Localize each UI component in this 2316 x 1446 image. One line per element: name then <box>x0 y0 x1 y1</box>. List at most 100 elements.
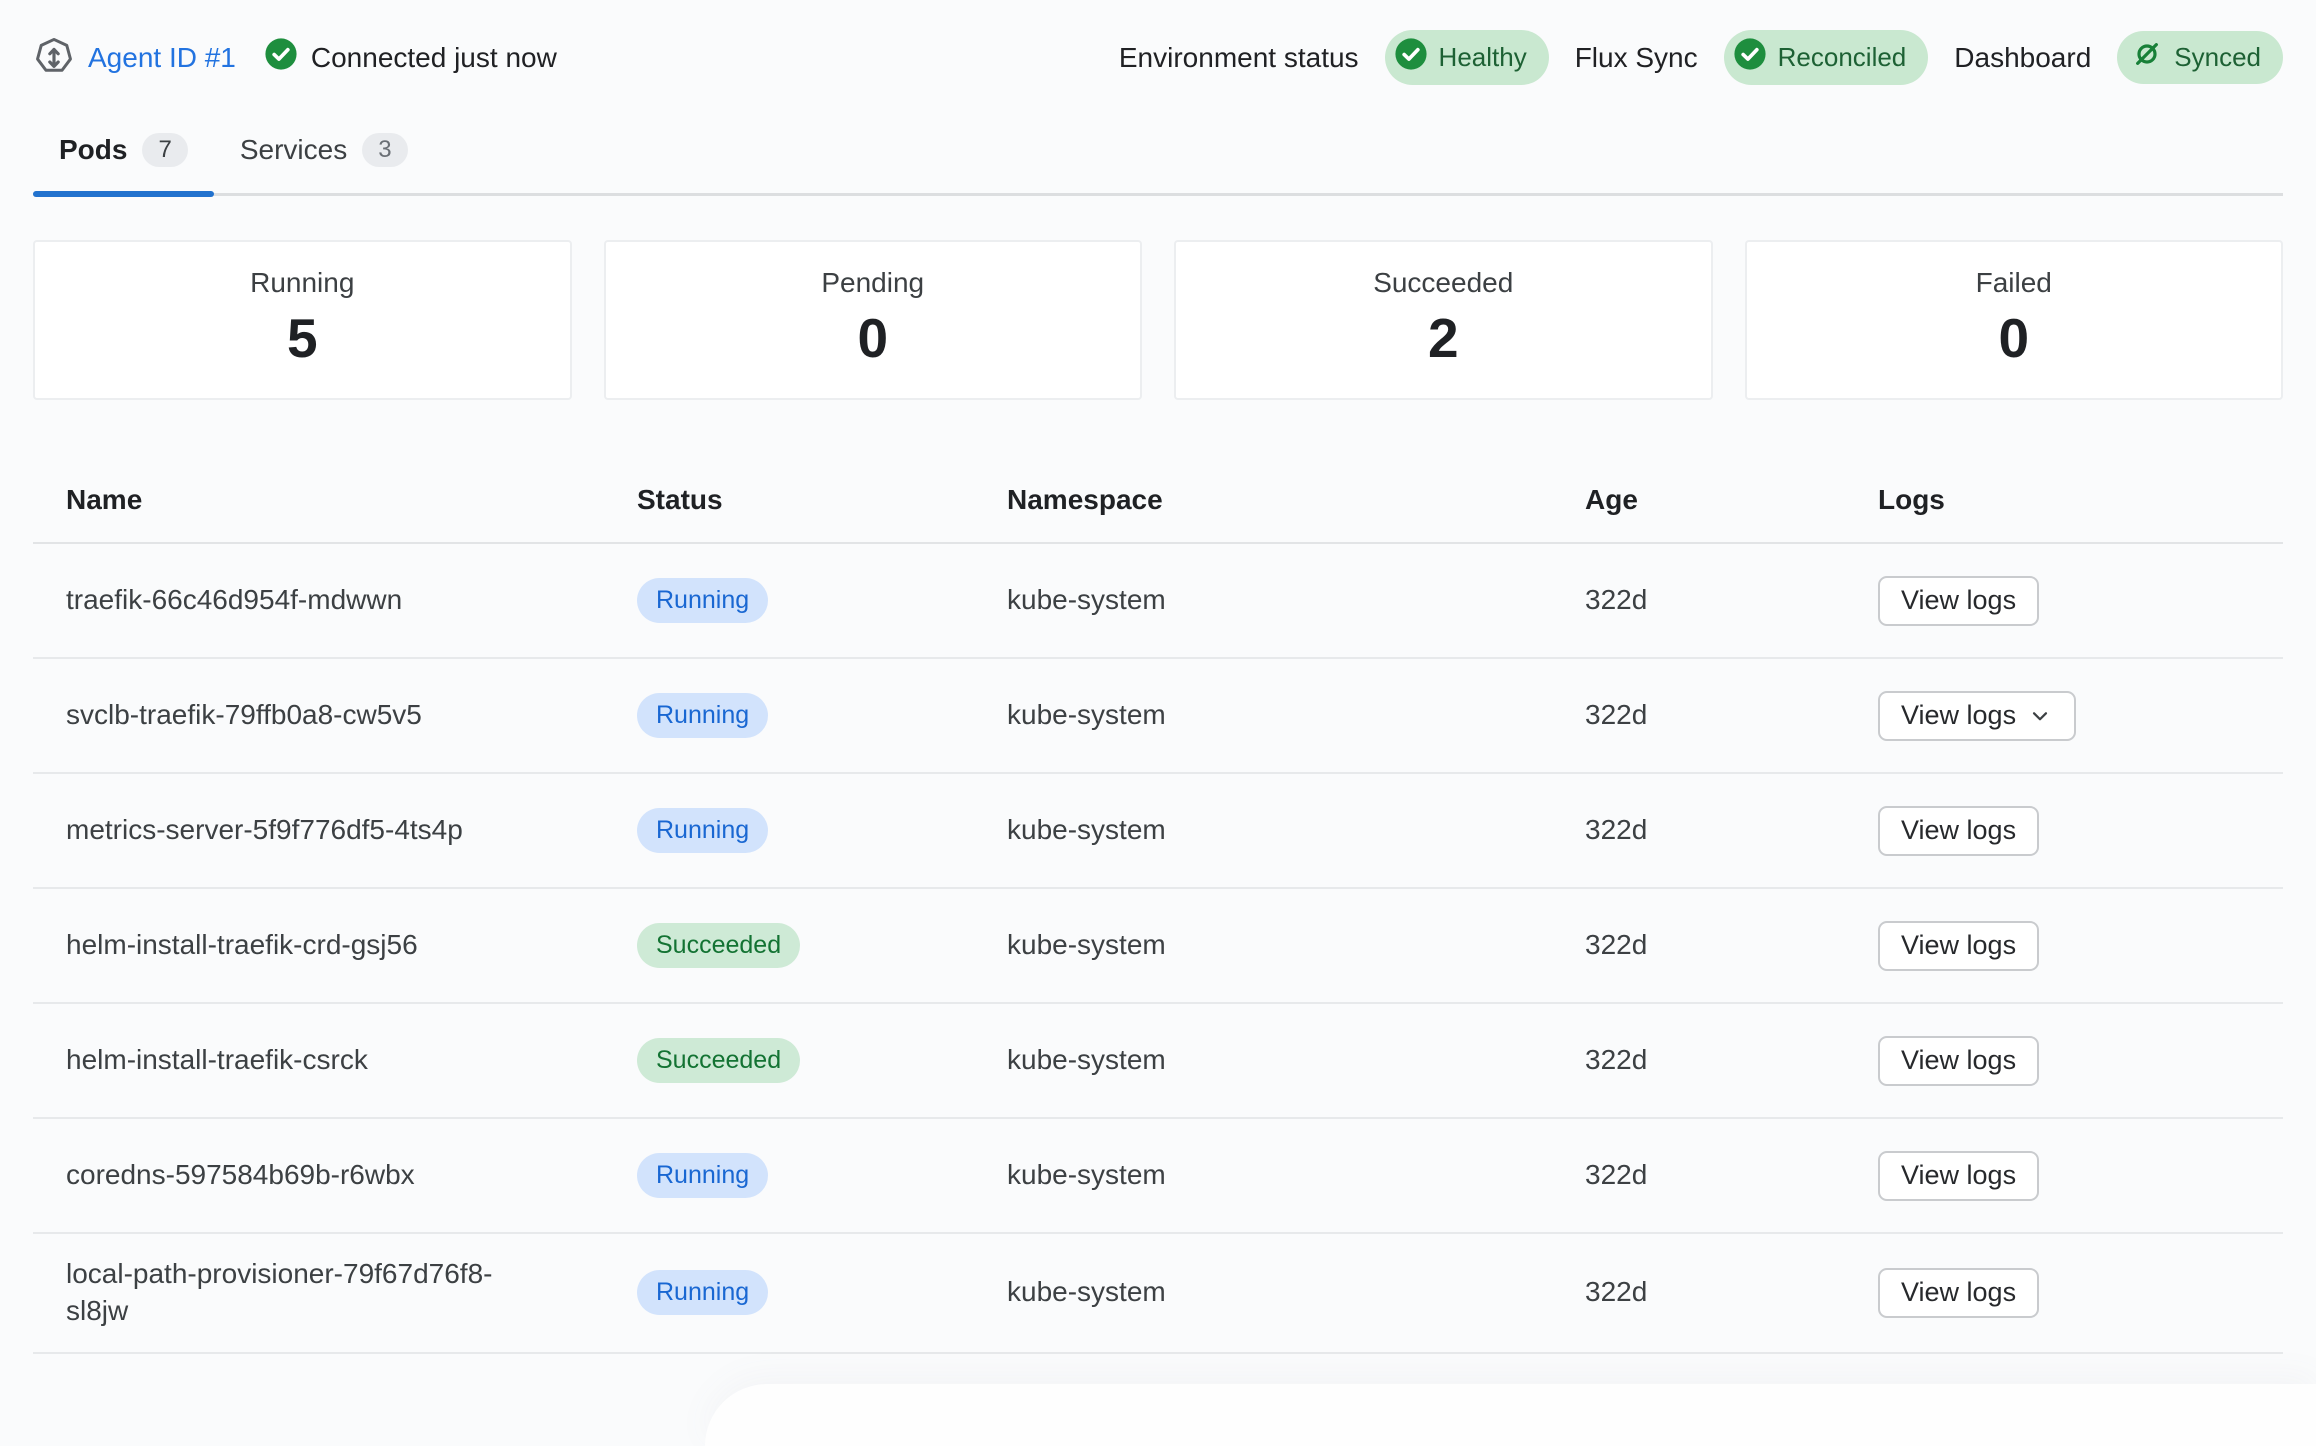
table-row: helm-install-traefik-crd-gsj56 Succeeded k… <box>33 889 2283 1004</box>
view-logs-label: View logs <box>1901 700 2016 731</box>
dashboard-label: Dashboard <box>1954 42 2091 74</box>
card-label: Succeeded <box>1176 267 1711 299</box>
column-header-status: Status <box>604 482 974 519</box>
logs-cell: View logs <box>1845 691 2283 741</box>
pod-namespace: kube-system <box>974 697 1552 734</box>
status-cell: Running <box>604 578 974 623</box>
pod-namespace: kube-system <box>974 812 1552 849</box>
column-header-namespace: Namespace <box>974 482 1552 519</box>
table-row: coredns-597584b69b-r6wbxRunningkube-syst… <box>33 1119 2283 1234</box>
view-logs-button[interactable]: View logs <box>1878 1268 2039 1318</box>
agent-id-link[interactable]: Agent ID #1 <box>33 37 236 79</box>
environment-status-label: Environment status <box>1119 42 1359 74</box>
pod-age: 322d <box>1552 927 1845 964</box>
card-label: Failed <box>1747 267 2282 299</box>
tab-pods[interactable]: Pods7 <box>33 119 214 193</box>
logs-cell: View logs <box>1845 1151 2283 1201</box>
summary-card-succeeded: Succeeded 2 <box>1174 240 1713 400</box>
pod-summary-cards: Running5 Pending 0 Succeeded 2 Failed 0 <box>33 240 2283 400</box>
pod-age: 322d <box>1552 1042 1845 1079</box>
agent-summary: Agent ID #1 Connected just now <box>33 37 557 79</box>
tab-count-badge: 3 <box>362 133 407 167</box>
status-cell: Running <box>604 1153 974 1198</box>
status-badge: Running <box>637 1153 768 1198</box>
sync-circle-slash-icon <box>2131 38 2163 77</box>
flux-sync-label: Flux Sync <box>1575 42 1698 74</box>
card-value: 0 <box>1747 306 2282 370</box>
tab-label: Services <box>240 134 347 166</box>
flux-sync-value: Reconciled <box>1778 42 1907 73</box>
flux-sync-badge: Reconciled <box>1724 30 1929 85</box>
check-circle-icon <box>1733 37 1767 78</box>
status-cell: Running <box>604 808 974 853</box>
tab-services[interactable]: Services 3 <box>214 119 434 193</box>
tab-label: Pods <box>59 134 127 166</box>
table-row: helm-install-traefik-csrck Succeeded kube-… <box>33 1004 2283 1119</box>
pod-namespace: kube-system <box>974 1042 1552 1079</box>
pod-namespace: kube-system <box>974 582 1552 619</box>
view-logs-button[interactable]: View logs <box>1878 576 2039 626</box>
pod-namespace: kube-system <box>974 927 1552 964</box>
pod-age: 322d <box>1552 697 1845 734</box>
status-cell: Succeeded <box>604 923 974 968</box>
check-circle-icon <box>264 37 298 78</box>
logs-cell: View logs <box>1845 1036 2283 1086</box>
status-cell: Succeeded <box>604 1038 974 1083</box>
environment-status-badge: Healthy <box>1385 30 1549 85</box>
pod-namespace: kube-system <box>974 1274 1552 1311</box>
summary-card-failed: Failed 0 <box>1745 240 2284 400</box>
table-row: traefik-66c46d954f-mdwwn Running kube-syst… <box>33 544 2283 659</box>
view-logs-label: View logs <box>1901 585 2016 616</box>
pod-age: 322d <box>1552 1274 1845 1311</box>
view-logs-button[interactable]: View logs <box>1878 1151 2039 1201</box>
status-cell: Running <box>604 1270 974 1315</box>
logs-cell: View logs <box>1845 576 2283 626</box>
top-bar: Agent ID #1 Connected just now Environme… <box>0 0 2316 85</box>
pod-age: 322d <box>1552 1157 1845 1194</box>
summary-card-pending: Pending 0 <box>604 240 1143 400</box>
pod-name: local-path-provisioner-79f67d76f8-sl8jw <box>33 1256 553 1330</box>
kubernetes-agent-dashboard: Agent ID #1 Connected just now Environme… <box>0 0 2316 1446</box>
chevron-down-icon <box>2027 703 2053 729</box>
status-badge: Running <box>637 808 768 853</box>
table-header: NameStatusNamespaceAgeLogs <box>33 458 2283 544</box>
pod-name: helm-install-traefik-crd-gsj56 <box>33 927 553 964</box>
view-logs-button[interactable]: View logs <box>1878 1036 2039 1086</box>
check-circle-icon <box>1394 37 1428 78</box>
view-logs-label: View logs <box>1901 1277 2016 1308</box>
view-logs-label: View logs <box>1901 930 2016 961</box>
agent-id-label: Agent ID #1 <box>88 42 236 74</box>
card-label: Running <box>35 267 570 299</box>
dashboard-sync-badge: Synced <box>2117 31 2283 84</box>
card-label: Pending <box>606 267 1141 299</box>
status-badge: Succeeded <box>637 1038 800 1083</box>
tabs: Pods7 Services 3 <box>33 119 2283 196</box>
summary-card-running: Running5 <box>33 240 572 400</box>
view-logs-label: View logs <box>1901 815 2016 846</box>
view-logs-label: View logs <box>1901 1160 2016 1191</box>
column-header-logs: Logs <box>1845 482 2283 519</box>
pod-name: svclb-traefik-79ffb0a8-cw5v5 <box>33 697 553 734</box>
card-value: 0 <box>606 306 1141 370</box>
logs-cell: View logs <box>1845 806 2283 856</box>
status-badge: Succeeded <box>637 923 800 968</box>
pod-name: traefik-66c46d954f-mdwwn <box>33 582 553 619</box>
dashboard-sync-value: Synced <box>2174 42 2261 73</box>
pod-name: metrics-server-5f9f776df5-4ts4p <box>33 812 553 849</box>
pod-namespace: kube-system <box>974 1157 1552 1194</box>
view-logs-button[interactable]: View logs <box>1878 691 2076 741</box>
bottom-surface-decoration <box>705 1384 2316 1446</box>
connection-status-text: Connected just now <box>311 42 557 74</box>
logs-cell: View logs <box>1845 1268 2283 1318</box>
card-value: 2 <box>1176 306 1711 370</box>
status-badge: Running <box>637 578 768 623</box>
column-header-age: Age <box>1552 482 1845 519</box>
pod-name: helm-install-traefik-csrck <box>33 1042 553 1079</box>
view-logs-button[interactable]: View logs <box>1878 806 2039 856</box>
view-logs-button[interactable]: View logs <box>1878 921 2039 971</box>
connection-status: Connected just now <box>264 37 557 78</box>
table-row: local-path-provisioner-79f67d76f8-sl8jw R… <box>33 1234 2283 1354</box>
table-row: metrics-server-5f9f776df5-4ts4p Running ku… <box>33 774 2283 889</box>
view-logs-label: View logs <box>1901 1045 2016 1076</box>
pods-table: NameStatusNamespaceAgeLogs traefik-66c46… <box>33 458 2283 1354</box>
